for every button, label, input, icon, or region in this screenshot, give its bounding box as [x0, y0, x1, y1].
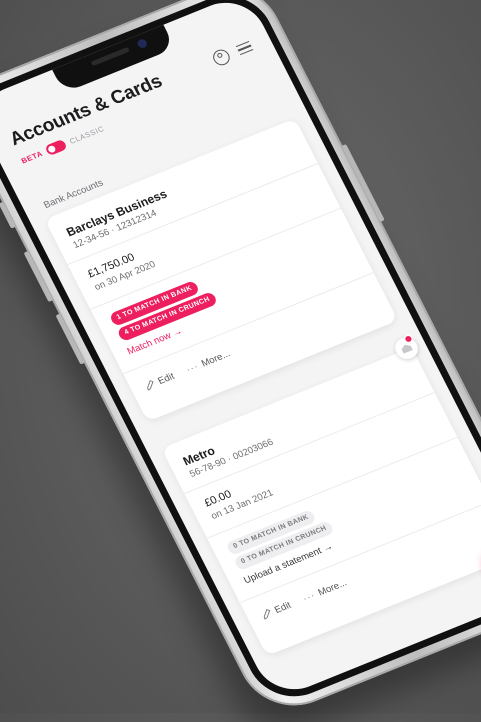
card-actions: Edit ···More... [143, 349, 232, 393]
card-actions: Edit ···More... [260, 577, 349, 621]
dots-icon: ··· [301, 590, 318, 605]
more-label: More... [316, 577, 349, 599]
edit-button[interactable]: Edit [143, 371, 176, 392]
edit-label: Edit [272, 599, 294, 616]
user-icon[interactable] [210, 47, 233, 68]
more-button[interactable]: ···More... [184, 349, 232, 376]
building-shape [400, 343, 413, 354]
beta-classic-toggle[interactable] [44, 138, 69, 157]
notification-dot [402, 333, 414, 344]
camera-icon [136, 37, 149, 50]
app-screen: Accounts & Cards BETA CLASSIC Bank Accou… [0, 0, 481, 701]
edit-label: Edit [156, 371, 177, 387]
pencil-icon [264, 609, 271, 621]
header-icons [210, 38, 254, 68]
more-label: More... [199, 348, 233, 370]
menu-icon[interactable] [235, 40, 254, 56]
bank-icon [391, 333, 422, 363]
phone-device: Accounts & Cards BETA CLASSIC Bank Accou… [0, 0, 481, 721]
dots-icon: ··· [184, 361, 202, 376]
more-button[interactable]: ···More... [301, 577, 349, 604]
pencil-icon [147, 380, 154, 392]
beta-label: BETA [19, 148, 45, 166]
edit-button[interactable]: Edit [260, 600, 293, 621]
divider [184, 392, 435, 495]
